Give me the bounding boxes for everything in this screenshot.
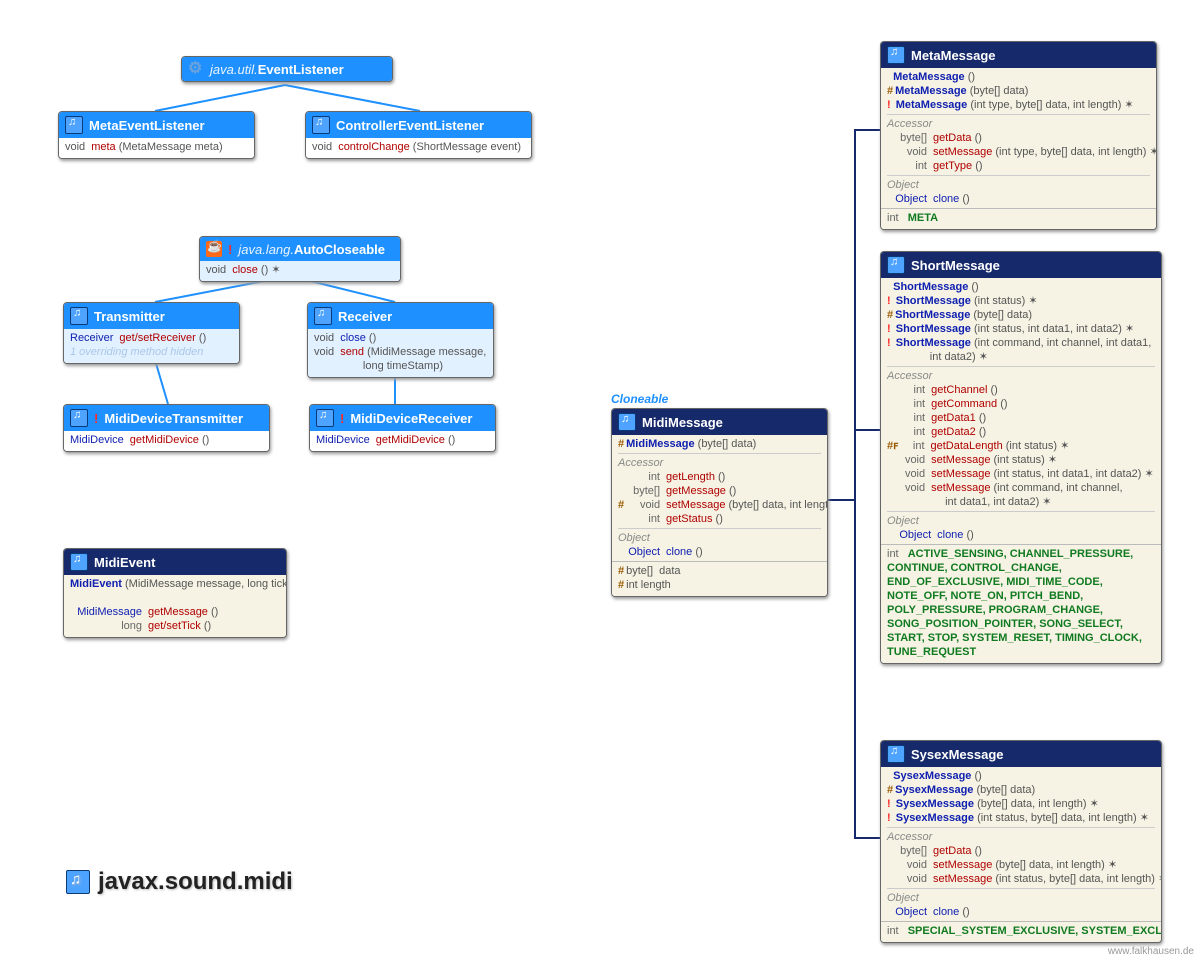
note-icon [887, 256, 905, 274]
uml-interface-auto-closeable: ! java.lang.AutoCloseable voidclose () ✶ [199, 236, 401, 282]
uml-interface-event-listener: java.util.EventListener [181, 56, 393, 82]
uml-interface-receiver: Receiver voidclose () voidsend (MidiMess… [307, 302, 494, 378]
cup-icon [206, 241, 222, 257]
note-icon [70, 553, 88, 571]
uml-interface-midi-device-transmitter: ! MidiDeviceTransmitter MidiDevicegetMid… [63, 404, 270, 452]
note-icon [887, 46, 905, 64]
uml-class-meta-message: MetaMessage MetaMessage () #MetaMessage … [880, 41, 1157, 230]
note-icon [66, 870, 90, 894]
uml-class-short-message: ShortMessage ShortMessage () ! ShortMess… [880, 251, 1162, 664]
uml-interface-controller-event-listener: ControllerEventListener voidcontrolChang… [305, 111, 532, 159]
uml-interface-transmitter: Transmitter Receiverget/setReceiver () 1… [63, 302, 240, 364]
note-icon [65, 116, 83, 134]
uml-class-midi-message: MidiMessage #MidiMessage (byte[] data) A… [611, 408, 828, 597]
cloneable-supertype-label: Cloneable [611, 392, 668, 406]
package-title: javax.sound.midi [66, 868, 293, 896]
note-icon [312, 116, 330, 134]
note-icon [314, 307, 332, 325]
watermark: www.falkhausen.de [1108, 946, 1194, 957]
note-icon [70, 307, 88, 325]
note-icon [618, 413, 636, 431]
uml-interface-midi-device-receiver: ! MidiDeviceReceiver MidiDevicegetMidiDe… [309, 404, 496, 452]
uml-interface-meta-event-listener: MetaEventListener voidmeta (MetaMessage … [58, 111, 255, 159]
uml-class-sysex-message: SysexMessage SysexMessage () #SysexMessa… [880, 740, 1162, 943]
uml-class-midi-event: MidiEvent MidiEvent (MidiMessage message… [63, 548, 287, 638]
note-icon [316, 409, 334, 427]
note-icon [70, 409, 88, 427]
note-icon [887, 745, 905, 763]
gear-icon [188, 61, 204, 77]
